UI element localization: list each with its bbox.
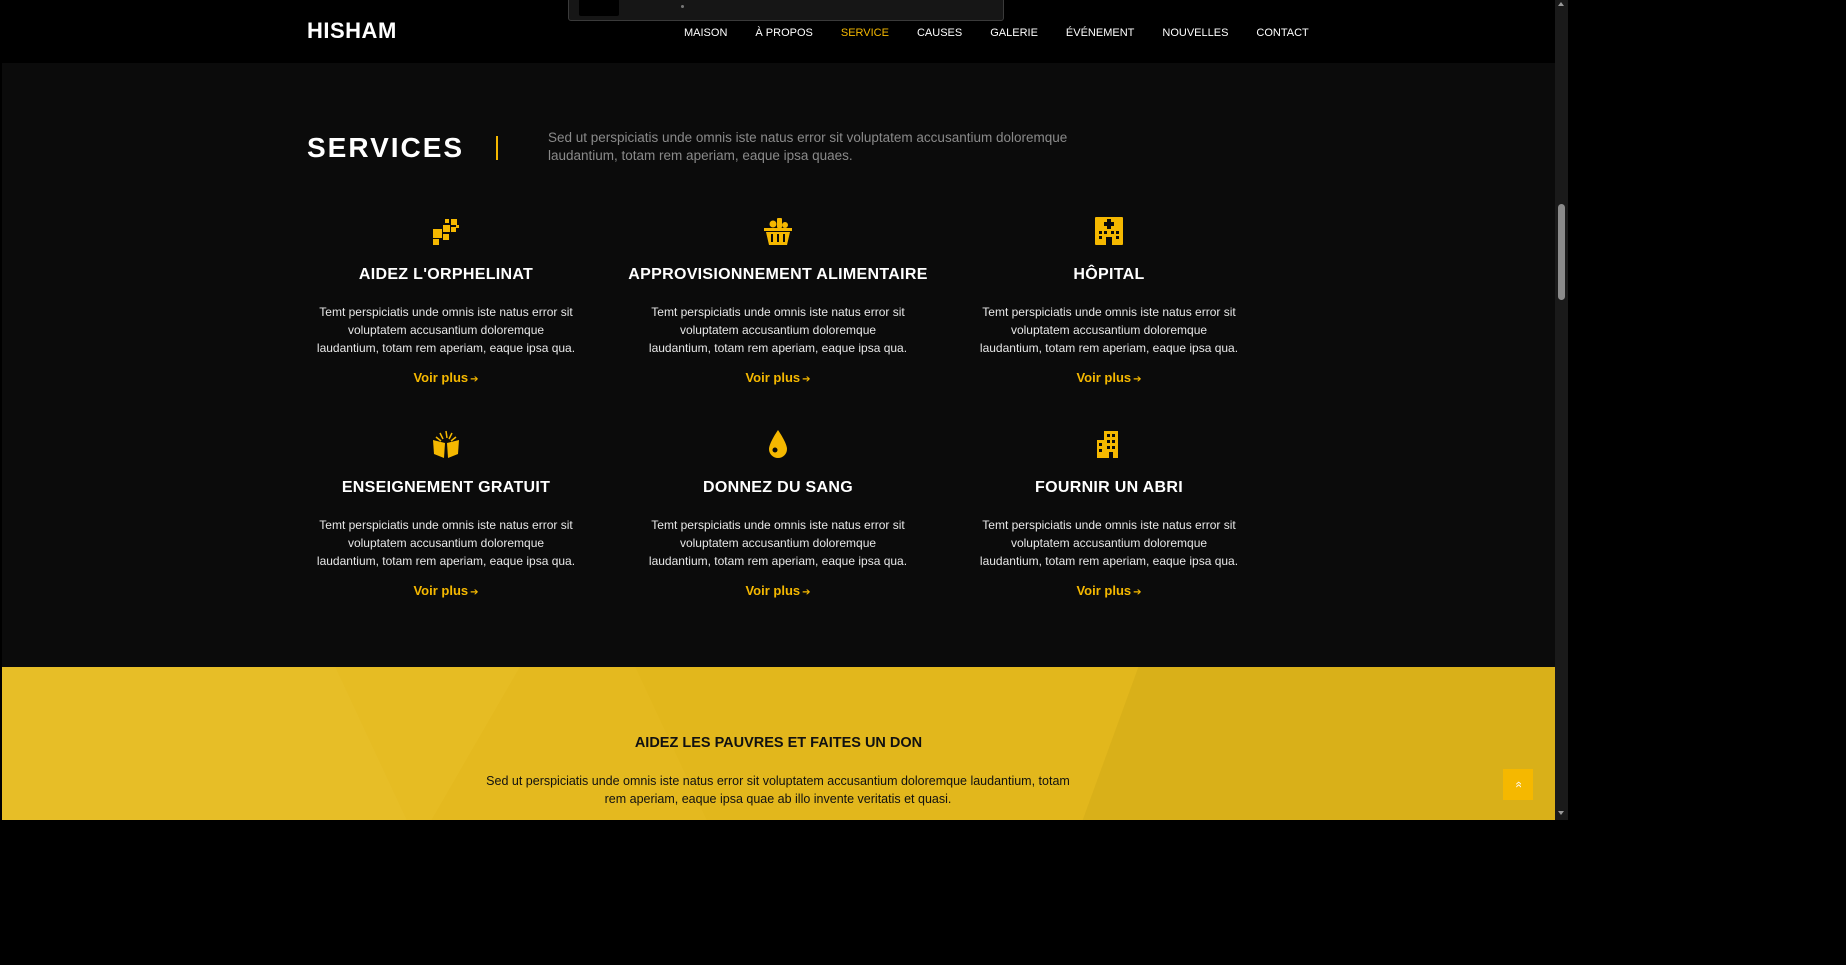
voir-plus-link[interactable]: Voir plus ➔: [745, 583, 810, 598]
service-card-title: AIDEZ L'ORPHELINAT: [358, 266, 534, 283]
services-description: Sed ut perspiciatis unde omnis iste natu…: [548, 130, 1068, 163]
blood-drop-icon: [769, 430, 787, 458]
service-card: DONNEZ DU SANG Temt perspiciatis unde om…: [628, 429, 928, 600]
nav-item-nouvelles[interactable]: NOUVELLES: [1162, 27, 1228, 39]
nav-item-galerie[interactable]: GALERIE: [990, 27, 1038, 39]
services-title: SERVICES: [307, 132, 465, 163]
service-card: AIDEZ L'ORPHELINAT Temt perspiciatis und…: [296, 216, 596, 387]
popup-thumbnail: [579, 0, 619, 16]
arrow-right-icon: ➔: [470, 374, 479, 385]
voir-plus-label: Voir plus: [1076, 583, 1132, 598]
voir-plus-link[interactable]: Voir plus ➔: [413, 583, 478, 598]
page-scrollbar[interactable]: [1555, 0, 1568, 820]
nav-item-a-propos[interactable]: À PROPOS: [755, 27, 812, 39]
nav-item-maison[interactable]: MAISON: [684, 27, 727, 39]
service-card-text: Temt perspiciatis unde omnis iste natus …: [316, 305, 576, 355]
service-card-title: APPROVISIONNEMENT ALIMENTAIRE: [628, 266, 928, 283]
service-card-title: ENSEIGNEMENT GRATUIT: [341, 479, 551, 496]
service-card-title: HÔPITAL: [1073, 266, 1145, 283]
blocks-icon: [433, 219, 459, 245]
arrow-right-icon: ➔: [802, 374, 811, 385]
arrow-right-icon: ➔: [1133, 374, 1142, 385]
service-card-title: FOURNIR UN ABRI: [1035, 479, 1183, 496]
nav-item-service[interactable]: SERVICE: [841, 27, 889, 39]
service-card: ENSEIGNEMENT GRATUIT Temt perspiciatis u…: [296, 429, 596, 600]
scroll-down-arrow-icon[interactable]: [1558, 811, 1564, 815]
voir-plus-link[interactable]: Voir plus ➔: [413, 370, 478, 385]
voir-plus-label: Voir plus: [413, 370, 469, 385]
arrow-right-icon: ➔: [802, 587, 811, 598]
nav-item-contact[interactable]: CONTACT: [1256, 27, 1308, 39]
popup-indicator: [681, 5, 684, 8]
voir-plus-link[interactable]: Voir plus ➔: [745, 370, 810, 385]
service-card-text: Temt perspiciatis unde omnis iste natus …: [979, 518, 1239, 568]
donate-title: AIDEZ LES PAUVRES ET FAITES UN DON: [634, 735, 923, 751]
services-divider: [496, 136, 498, 160]
site-logo[interactable]: HISHAM: [307, 18, 397, 44]
back-to-top-button[interactable]: »: [1503, 769, 1533, 800]
page: HISHAM MAISON À PROPOS SERVICE CAUSES GA…: [2, 0, 1555, 820]
arrow-right-icon: ➔: [470, 587, 479, 598]
donate-section: AIDEZ LES PAUVRES ET FAITES UN DON Sed u…: [2, 667, 1555, 820]
voir-plus-label: Voir plus: [745, 370, 801, 385]
scrollbar-thumb[interactable]: [1558, 204, 1565, 300]
food-basket-icon: [764, 218, 792, 245]
service-card: HÔPITAL Temt perspiciatis unde omnis ist…: [959, 216, 1259, 387]
service-card: FOURNIR UN ABRI Temt perspiciatis unde o…: [959, 429, 1259, 600]
service-card-text: Temt perspiciatis unde omnis iste natus …: [648, 305, 908, 355]
main-nav: MAISON À PROPOS SERVICE CAUSES GALERIE É…: [684, 27, 1337, 39]
building-icon: [1097, 431, 1118, 458]
hospital-icon: [1095, 217, 1123, 245]
service-card: APPROVISIONNEMENT ALIMENTAIRE Temt persp…: [628, 216, 928, 387]
service-card-title: DONNEZ DU SANG: [703, 479, 853, 496]
voir-plus-label: Voir plus: [413, 583, 469, 598]
double-chevron-up-icon: »: [1510, 781, 1525, 788]
overlay-popup[interactable]: [568, 0, 1004, 21]
open-book-icon: [433, 430, 459, 458]
voir-plus-link[interactable]: Voir plus ➔: [1076, 370, 1141, 385]
voir-plus-label: Voir plus: [1076, 370, 1132, 385]
nav-item-evenement[interactable]: ÉVÉNEMENT: [1066, 27, 1134, 39]
service-card-text: Temt perspiciatis unde omnis iste natus …: [316, 518, 576, 568]
voir-plus-label: Voir plus: [745, 583, 801, 598]
arrow-right-icon: ➔: [1133, 587, 1142, 598]
scroll-up-arrow-icon[interactable]: [1558, 2, 1564, 6]
service-card-text: Temt perspiciatis unde omnis iste natus …: [979, 305, 1239, 355]
service-card-text: Temt perspiciatis unde omnis iste natus …: [648, 518, 908, 568]
voir-plus-link[interactable]: Voir plus ➔: [1076, 583, 1141, 598]
nav-item-causes[interactable]: CAUSES: [917, 27, 962, 39]
donate-text: Sed ut perspiciatis unde omnis iste natu…: [486, 774, 1070, 806]
